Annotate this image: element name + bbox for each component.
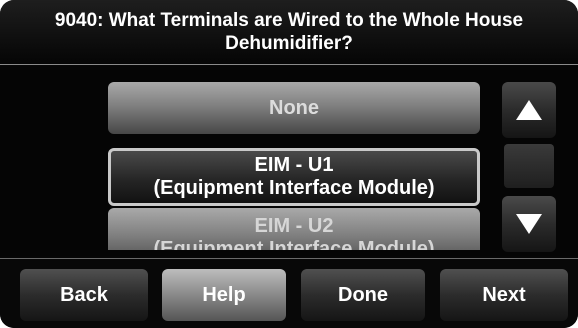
option-none-label: None <box>269 96 319 119</box>
arrow-up-icon <box>516 100 542 120</box>
arrow-down-icon <box>516 214 542 234</box>
option-eim-u2[interactable]: EIM - U2 (Equipment Interface Module) <box>108 208 480 250</box>
option-none[interactable]: None <box>108 82 480 134</box>
next-button-label: Next <box>482 283 526 306</box>
option-eim-u1-title: EIM - U1 <box>254 154 334 176</box>
back-button[interactable]: Back <box>20 269 148 321</box>
scroll-thumb[interactable] <box>504 144 554 188</box>
help-button-label: Help <box>202 283 246 306</box>
options-list: None EIM - U1 (Equipment Interface Modul… <box>108 82 480 250</box>
done-button-label: Done <box>338 283 388 306</box>
done-button[interactable]: Done <box>301 269 425 321</box>
options-list-area: None EIM - U1 (Equipment Interface Modul… <box>0 66 578 256</box>
back-button-label: Back <box>60 283 108 306</box>
scroll-down-button[interactable] <box>502 196 556 252</box>
next-button[interactable]: Next <box>440 269 568 321</box>
option-eim-u1[interactable]: EIM - U1 (Equipment Interface Module) <box>108 148 480 206</box>
help-button[interactable]: Help <box>162 269 286 321</box>
option-eim-u2-title: EIM - U2 <box>254 215 334 237</box>
option-eim-u1-subtitle: (Equipment Interface Module) <box>153 177 435 199</box>
thermostat-screen: 9040: What Terminals are Wired to the Wh… <box>0 0 578 328</box>
option-eim-u2-subtitle: (Equipment Interface Module) <box>153 238 435 250</box>
page-title: 9040: What Terminals are Wired to the Wh… <box>54 10 524 54</box>
header-bar: 9040: What Terminals are Wired to the Wh… <box>0 0 578 65</box>
footer-bar: Back Help Done Next <box>0 258 578 328</box>
scrollbar <box>502 82 556 252</box>
scroll-up-button[interactable] <box>502 82 556 138</box>
